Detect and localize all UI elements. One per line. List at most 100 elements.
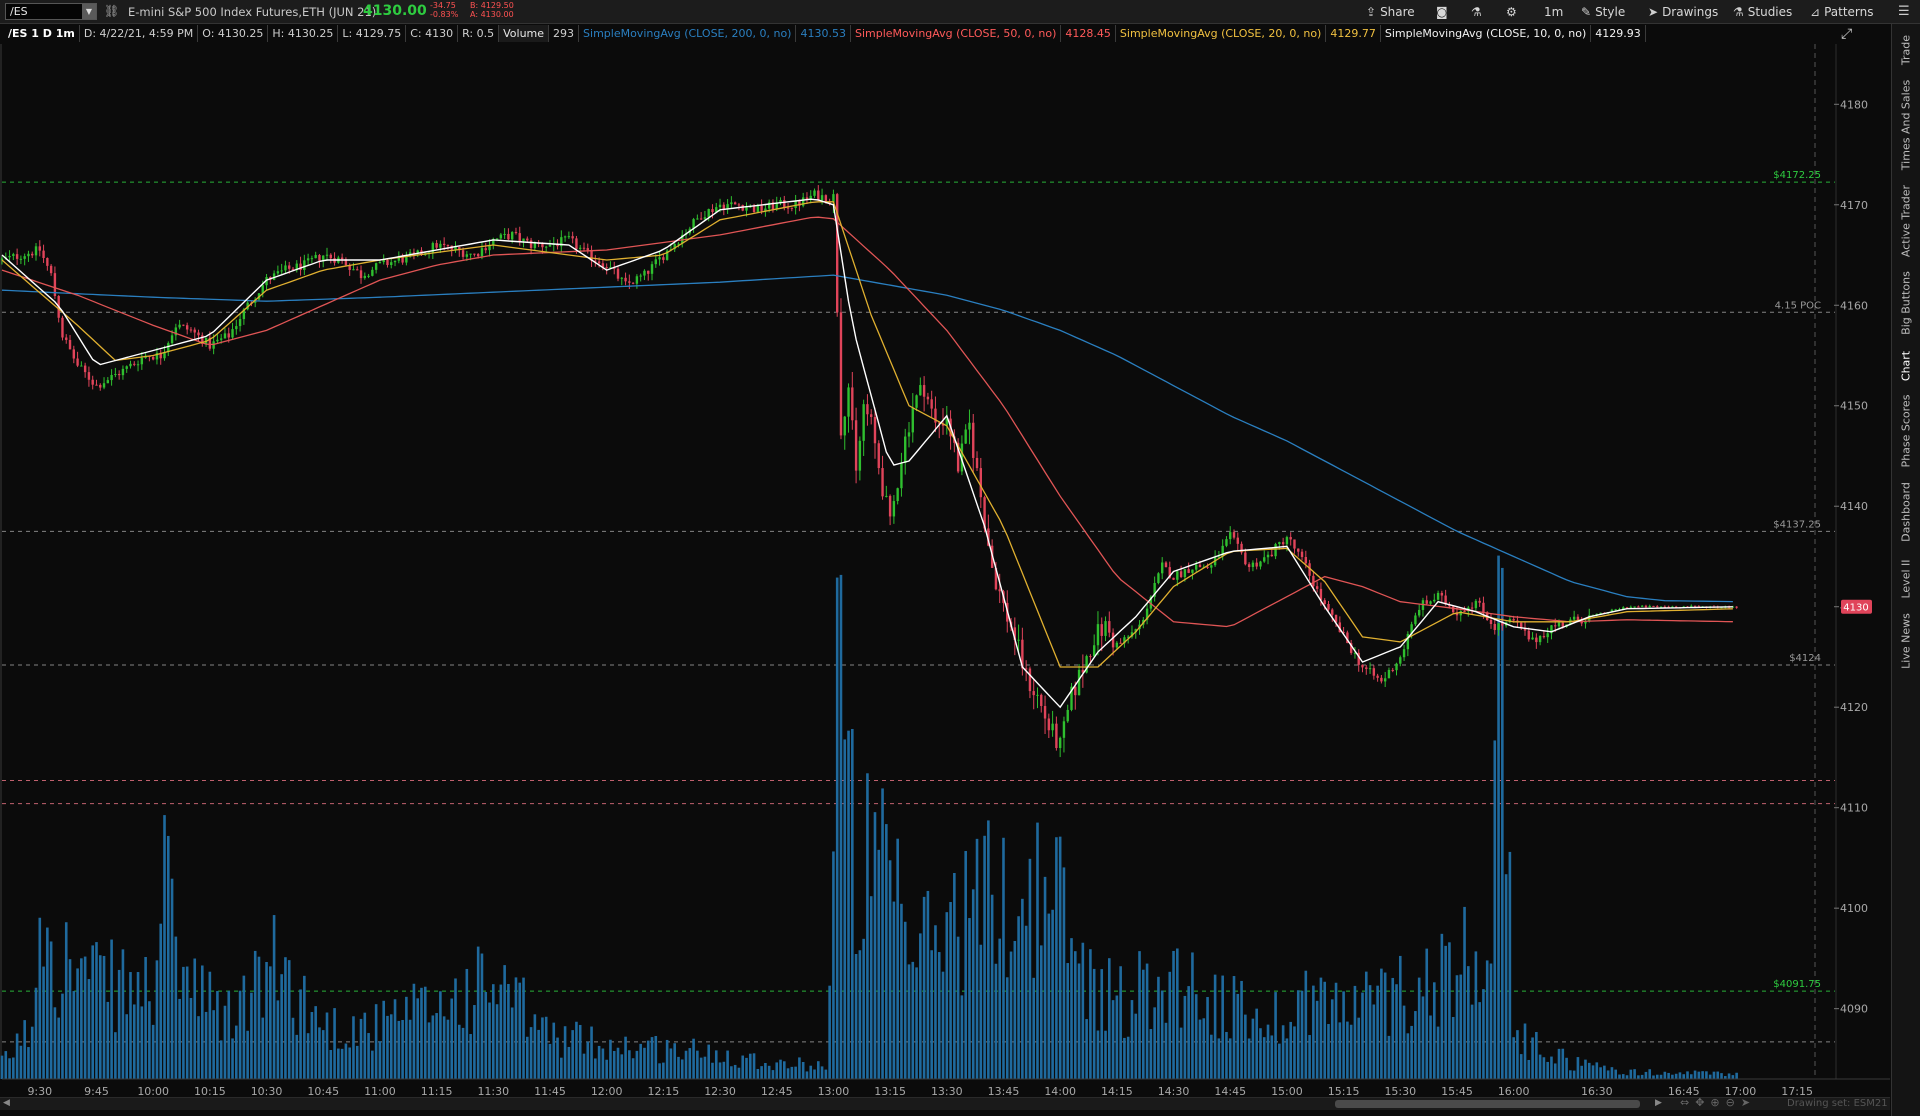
time-tick-label: 11:15 bbox=[421, 1085, 453, 1096]
volume-bar bbox=[631, 1058, 635, 1079]
candle-body bbox=[1164, 562, 1168, 568]
volume-bar bbox=[193, 958, 197, 1079]
volume-bar bbox=[1142, 969, 1145, 1079]
sma10-label[interactable]: SimpleMovingAvg (CLOSE, 10, 0, no) bbox=[1381, 25, 1592, 42]
tab-big-buttons[interactable]: Big Buttons bbox=[1900, 271, 1913, 335]
candle-body bbox=[284, 265, 287, 271]
candle-body bbox=[0, 258, 4, 261]
camera-button[interactable]: ◙ bbox=[1432, 0, 1452, 24]
volume-bar bbox=[934, 925, 937, 1079]
symbol-input[interactable]: /ES ▼ bbox=[5, 3, 97, 20]
scroll-right-icon[interactable]: ▶ bbox=[1655, 1098, 1662, 1108]
volume-bar bbox=[1157, 976, 1160, 1079]
volume-bar bbox=[1674, 1073, 1678, 1079]
volume-bar bbox=[299, 989, 302, 1079]
timeframe-button[interactable]: 1m bbox=[1540, 0, 1567, 24]
candle-body bbox=[34, 246, 38, 256]
volume-bar bbox=[1319, 977, 1323, 1079]
tab-active-trader[interactable]: Active Trader bbox=[1900, 185, 1913, 257]
drawings-button[interactable]: ➤ Drawings bbox=[1644, 0, 1722, 24]
volume-bar bbox=[359, 1018, 363, 1079]
volume-bar bbox=[1111, 1000, 1115, 1079]
horizontal-scrollbar[interactable]: ◀ ▶ bbox=[0, 1097, 1890, 1110]
volume-bar bbox=[794, 1066, 797, 1079]
volume-bar bbox=[98, 955, 102, 1079]
volume-bar bbox=[76, 968, 79, 1079]
volume-bar bbox=[1164, 1022, 1168, 1079]
volume-bar bbox=[1580, 1065, 1583, 1079]
volume-bar bbox=[488, 1002, 491, 1079]
sma200-label[interactable]: SimpleMovingAvg (CLOSE, 200, 0, no) bbox=[579, 25, 797, 42]
tab-level-ii[interactable]: Level II bbox=[1900, 559, 1913, 598]
volume-bar bbox=[1478, 1002, 1481, 1079]
settings-button[interactable]: ⚙ bbox=[1502, 0, 1521, 24]
volume-bar bbox=[1244, 1014, 1247, 1079]
chart-expand-icon[interactable]: ⤢ bbox=[1841, 26, 1852, 42]
candle-body bbox=[1425, 600, 1428, 604]
sma20-label[interactable]: SimpleMovingAvg (CLOSE, 20, 0, no) bbox=[1116, 25, 1327, 42]
candle-body bbox=[106, 380, 110, 384]
volume-bar bbox=[1315, 1000, 1319, 1079]
sma50-label[interactable]: SimpleMovingAvg (CLOSE, 50, 0, no) bbox=[851, 25, 1062, 42]
volume-bar bbox=[730, 1066, 733, 1079]
volume-bar bbox=[318, 1027, 321, 1079]
flask-button[interactable]: ⚗ bbox=[1467, 0, 1486, 24]
tab-phase-scores[interactable]: Phase Scores bbox=[1900, 395, 1913, 468]
candle-body bbox=[1066, 709, 1069, 722]
volume-bar bbox=[817, 1061, 820, 1079]
style-button[interactable]: ✎ Style bbox=[1577, 0, 1629, 24]
tab-dashboard[interactable]: Dashboard bbox=[1900, 482, 1913, 542]
chart-id[interactable]: /ES 1 D 1m bbox=[4, 25, 80, 42]
candle-body bbox=[1482, 602, 1485, 613]
candle-body bbox=[582, 247, 586, 249]
volume-bar bbox=[590, 1026, 593, 1079]
volume-bar bbox=[1368, 985, 1372, 1079]
volume-bar bbox=[809, 1065, 813, 1079]
candle-body bbox=[658, 257, 661, 260]
volume-bar bbox=[541, 1017, 544, 1079]
volume-bar bbox=[227, 990, 231, 1079]
candle-body bbox=[8, 255, 11, 258]
volume-bar bbox=[235, 1025, 238, 1079]
menu-icon[interactable]: ☰ bbox=[1898, 4, 1910, 19]
tab-trade[interactable]: Trade bbox=[1900, 35, 1913, 65]
volume-bar bbox=[1448, 942, 1451, 1079]
zoom-controls[interactable]: ⇔✥⊕⊖➤ bbox=[1680, 1096, 1756, 1109]
volume-bar bbox=[1640, 1074, 1644, 1079]
scroll-thumb[interactable] bbox=[1335, 1100, 1640, 1108]
volume-bar bbox=[57, 1017, 60, 1079]
volume-bar bbox=[495, 1004, 499, 1079]
candle-body bbox=[586, 248, 589, 251]
share-button[interactable]: ⇪ Share bbox=[1362, 0, 1419, 24]
time-tick-label: 15:00 bbox=[1271, 1085, 1303, 1096]
tab-times-and-sales[interactable]: Times And Sales bbox=[1900, 80, 1913, 170]
link-icon[interactable]: ⛓ bbox=[104, 4, 119, 18]
scroll-left-icon[interactable]: ◀ bbox=[3, 1098, 10, 1108]
volume-bar bbox=[1232, 976, 1236, 1079]
volume-bar bbox=[1330, 999, 1334, 1079]
volume-bar bbox=[1383, 972, 1387, 1079]
candle-body bbox=[1463, 611, 1466, 613]
volume-bar bbox=[49, 941, 53, 1079]
volume-study-label[interactable]: Volume bbox=[499, 25, 550, 42]
studies-button[interactable]: ⚗ Studies bbox=[1729, 0, 1796, 24]
volume-bar bbox=[132, 1004, 136, 1079]
volume-bar bbox=[798, 1057, 801, 1079]
patterns-button[interactable]: ⊿ Patterns bbox=[1806, 0, 1878, 24]
chevron-down-icon[interactable]: ▼ bbox=[82, 4, 96, 19]
candle-body bbox=[1198, 564, 1202, 568]
volume-bar bbox=[1217, 1038, 1221, 1079]
candle-body bbox=[303, 260, 306, 270]
price-chart[interactable]: $4172.25 4.15 POC $4137.25 $4124 $4091.75 40… bbox=[0, 44, 1890, 1096]
tab-chart[interactable]: Chart bbox=[1900, 351, 1913, 381]
candle-body bbox=[979, 468, 983, 498]
candle-body bbox=[718, 204, 722, 208]
volume-bar bbox=[1485, 960, 1489, 1079]
tab-live-news[interactable]: Live News bbox=[1900, 613, 1913, 669]
candle-body bbox=[23, 256, 26, 259]
volume-bar bbox=[854, 953, 858, 1079]
candle-body bbox=[390, 262, 393, 266]
candle-body bbox=[1278, 542, 1281, 545]
volume-bar bbox=[1565, 1057, 1568, 1079]
volume-bar bbox=[885, 824, 888, 1079]
